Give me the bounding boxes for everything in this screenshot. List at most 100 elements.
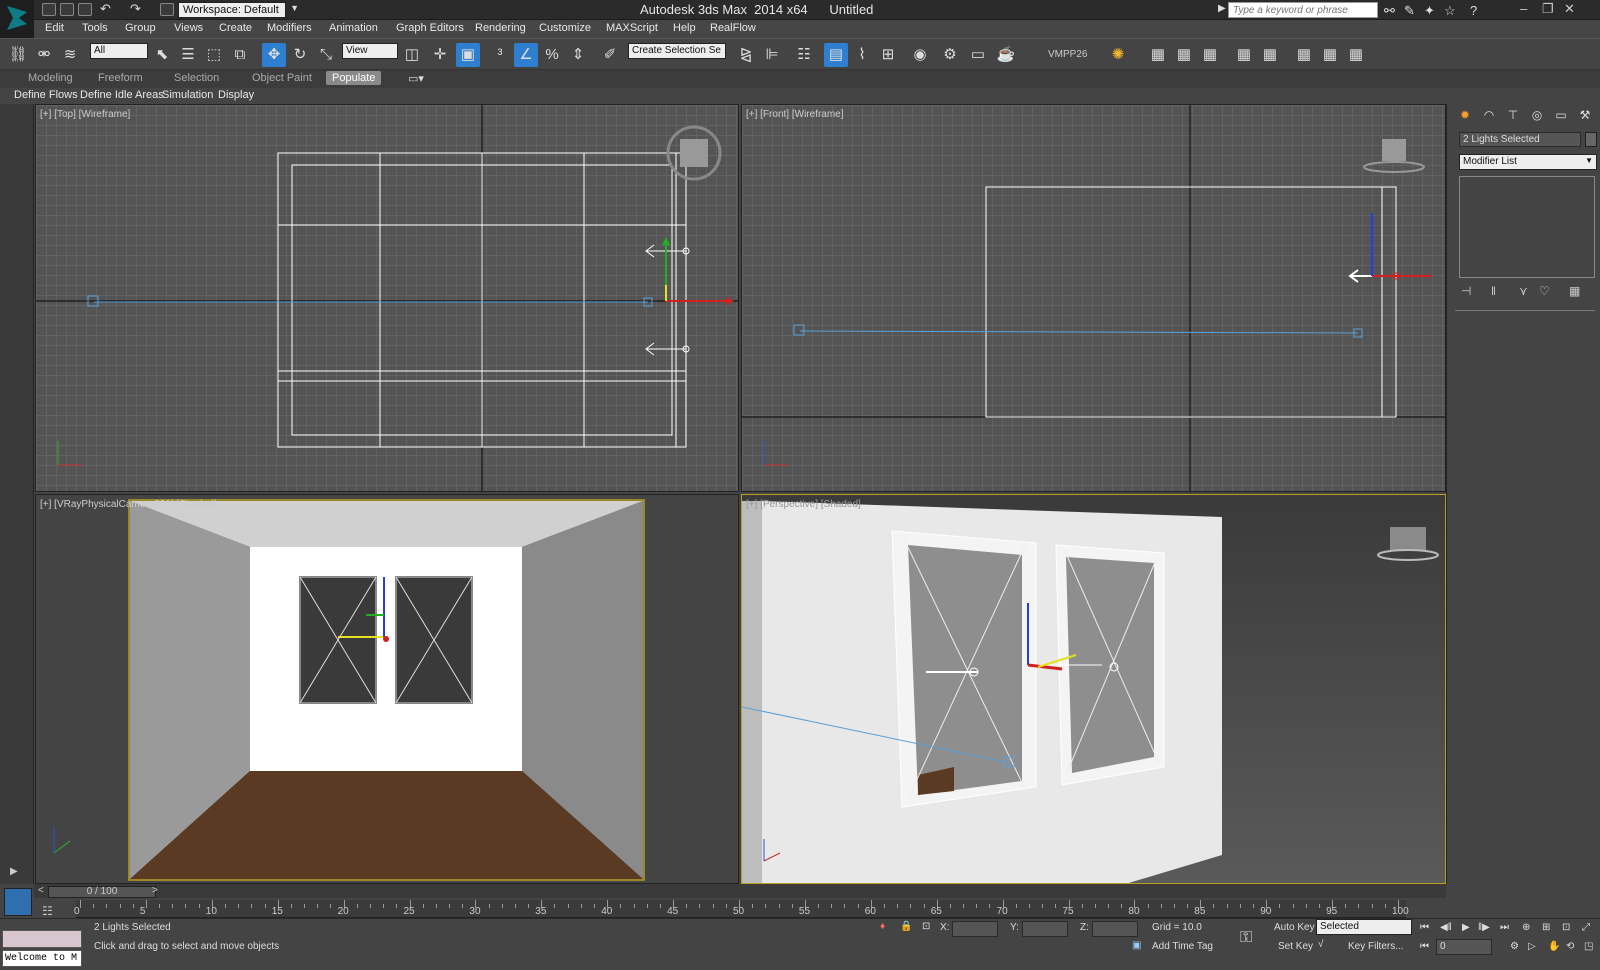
menu-maxscript[interactable]: MAXScript: [606, 22, 658, 34]
angle-snap-icon[interactable]: ∠: [514, 43, 538, 67]
selection-name-field[interactable]: 2 Lights Selected: [1459, 132, 1581, 147]
motion-tab-icon[interactable]: ◎: [1527, 108, 1547, 126]
default-tangents-icon[interactable]: √: [1318, 939, 1324, 950]
utilities-tab-icon[interactable]: ⚒: [1575, 108, 1595, 126]
menu-create[interactable]: Create: [219, 22, 252, 34]
spinner-snap-icon[interactable]: ⇕: [566, 43, 590, 67]
plugin-tool-5-icon[interactable]: ▦: [1258, 43, 1282, 67]
schematic-view-icon[interactable]: ⊞: [876, 43, 900, 67]
x-coordinate-field[interactable]: [952, 921, 998, 937]
modifier-stack[interactable]: [1459, 176, 1595, 278]
menu-group[interactable]: Group: [125, 22, 156, 34]
zoom-extents-icon[interactable]: ⊡: [1562, 922, 1570, 933]
go-to-end-icon[interactable]: ⏭: [1500, 922, 1509, 933]
expand-panel-icon[interactable]: ▶: [10, 866, 18, 877]
window-crossing-icon[interactable]: ⧉: [228, 43, 252, 67]
curve-editor-icon[interactable]: ⌇: [850, 43, 874, 67]
configure-sets-icon[interactable]: ▦: [1569, 284, 1580, 298]
select-scale-icon[interactable]: ⤡: [314, 43, 338, 67]
add-time-tag[interactable]: Add Time Tag: [1152, 941, 1213, 952]
plugin-tool-4-icon[interactable]: ▦: [1232, 43, 1256, 67]
binoculars-icon[interactable]: ⚯: [1384, 3, 1395, 19]
plugin-tool-1-icon[interactable]: ▦: [1146, 43, 1170, 67]
menu-realflow[interactable]: RealFlow: [710, 22, 756, 34]
rendered-frame-window-icon[interactable]: ▭: [966, 43, 990, 67]
project-folder-icon[interactable]: [160, 3, 174, 16]
time-config-icon[interactable]: ⚙: [1510, 941, 1519, 952]
make-unique-icon[interactable]: ⋎: [1519, 284, 1528, 298]
modifier-list-dropdown[interactable]: Modifier List: [1459, 154, 1597, 170]
toggle-ribbon-icon[interactable]: ▤: [824, 43, 848, 67]
time-slider[interactable]: 0 / 100: [48, 886, 156, 898]
current-frame-field[interactable]: 0: [1436, 939, 1492, 955]
select-object-icon[interactable]: ⬉: [150, 43, 174, 67]
maximize-toggle-icon[interactable]: ◳: [1584, 941, 1593, 952]
define-idle-areas-button[interactable]: Define Idle Areas: [80, 89, 164, 101]
menu-tools[interactable]: Tools: [82, 22, 108, 34]
open-file-icon[interactable]: [60, 3, 74, 16]
mirror-icon[interactable]: ⧎: [734, 43, 758, 67]
define-flows-button[interactable]: Define Flows: [14, 89, 78, 101]
undo-icon[interactable]: ↶: [100, 1, 111, 17]
simulation-button[interactable]: Simulation: [162, 89, 213, 101]
tab-freeform[interactable]: Freeform: [98, 72, 143, 84]
next-frame-icon[interactable]: >: [152, 885, 158, 896]
key-filters-button[interactable]: Key Filters...: [1348, 941, 1404, 952]
track-bar[interactable]: 0 5 10 15 20 25 30 35 40 45 50 55 60 65 70 75 80 85 90 95 10…: [74, 900, 1409, 918]
edit-named-selection-icon[interactable]: ✐: [598, 43, 622, 67]
plugin-tool-7-icon[interactable]: ▦: [1318, 43, 1342, 67]
viewport-label-perspective[interactable]: [+] [Perspective] [Shaded]: [746, 499, 861, 510]
redo-icon[interactable]: ↷: [130, 1, 141, 17]
menu-views[interactable]: Views: [174, 22, 203, 34]
percent-snap-icon[interactable]: %: [540, 43, 564, 67]
select-by-name-icon[interactable]: ☰: [176, 43, 200, 67]
save-file-icon[interactable]: [78, 3, 92, 16]
viewport-top[interactable]: [+] [Top] [Wireframe]: [35, 104, 739, 492]
keyboard-shortcut-override-icon[interactable]: ▣: [456, 43, 480, 67]
set-key-button[interactable]: Set Key: [1278, 941, 1313, 952]
create-tab-icon[interactable]: ✹: [1455, 108, 1475, 126]
pivot-center-icon[interactable]: ◫: [400, 43, 424, 67]
tab-populate[interactable]: Populate: [326, 71, 382, 85]
search-input[interactable]: Type a keyword or phrase: [1228, 2, 1378, 18]
viewport-label-top[interactable]: [+] [Top] [Wireframe]: [40, 109, 130, 120]
z-coordinate-field[interactable]: [1092, 921, 1138, 937]
modify-tab-icon[interactable]: ◠: [1479, 108, 1499, 126]
unlink-icon[interactable]: ⚮: [32, 43, 56, 67]
time-tag-icon[interactable]: ▣: [1132, 940, 1141, 951]
maximize-viewport-icon[interactable]: ⤢: [1582, 922, 1590, 933]
material-editor-icon[interactable]: ◉: [908, 43, 932, 67]
key-mode-toggle-icon[interactable]: ⏮: [1420, 941, 1429, 952]
viewport-label-camera[interactable]: [+] [VRayPhysicalCamera001] [Shaded]: [40, 499, 216, 510]
zoom-all-icon[interactable]: ⊞: [1542, 922, 1550, 933]
viewport-label-front[interactable]: [+] [Front] [Wireframe]: [746, 109, 844, 120]
select-manipulate-icon[interactable]: ✛: [428, 43, 452, 67]
menu-animation[interactable]: Animation: [329, 22, 378, 34]
viewport-front[interactable]: [+] [Front] [Wireframe]: [741, 104, 1446, 492]
plugin-tool-3-icon[interactable]: ▦: [1198, 43, 1222, 67]
menu-modifiers[interactable]: Modifiers: [267, 22, 312, 34]
pan-view-icon[interactable]: ✋: [1548, 941, 1560, 952]
selection-filter-dropdown[interactable]: All: [90, 43, 148, 59]
communication-icon[interactable]: ✦: [1424, 3, 1435, 19]
show-end-result-icon[interactable]: ‖: [1491, 284, 1496, 298]
tools-icon[interactable]: ✎: [1404, 3, 1415, 19]
select-move-icon[interactable]: ✥: [262, 43, 286, 67]
maxscript-mini-listener[interactable]: [2, 930, 82, 948]
render-production-icon[interactable]: ☕: [994, 43, 1018, 67]
plugin-tool-8-icon[interactable]: ▦: [1344, 43, 1368, 67]
favorites-star-icon[interactable]: ☆: [1444, 3, 1456, 19]
select-rotate-icon[interactable]: ↻: [288, 43, 312, 67]
isolate-icon[interactable]: ♦: [880, 921, 885, 932]
vray-sun-icon[interactable]: ✺: [1106, 43, 1130, 67]
menu-help[interactable]: Help: [673, 22, 696, 34]
auto-key-button[interactable]: Auto Key: [1274, 922, 1315, 933]
bind-spacewarp-icon[interactable]: ≋: [58, 43, 82, 67]
link-icon[interactable]: ⛓: [6, 43, 30, 67]
selection-lock-icon[interactable]: 🔒: [900, 921, 912, 932]
align-icon[interactable]: ⊫: [760, 43, 784, 67]
layer-manager-icon[interactable]: ☷: [792, 43, 816, 67]
display-tab-icon[interactable]: ▭: [1551, 108, 1571, 126]
ribbon-options-icon[interactable]: ▭▾: [408, 72, 424, 85]
plugin-tool-2-icon[interactable]: ▦: [1172, 43, 1196, 67]
